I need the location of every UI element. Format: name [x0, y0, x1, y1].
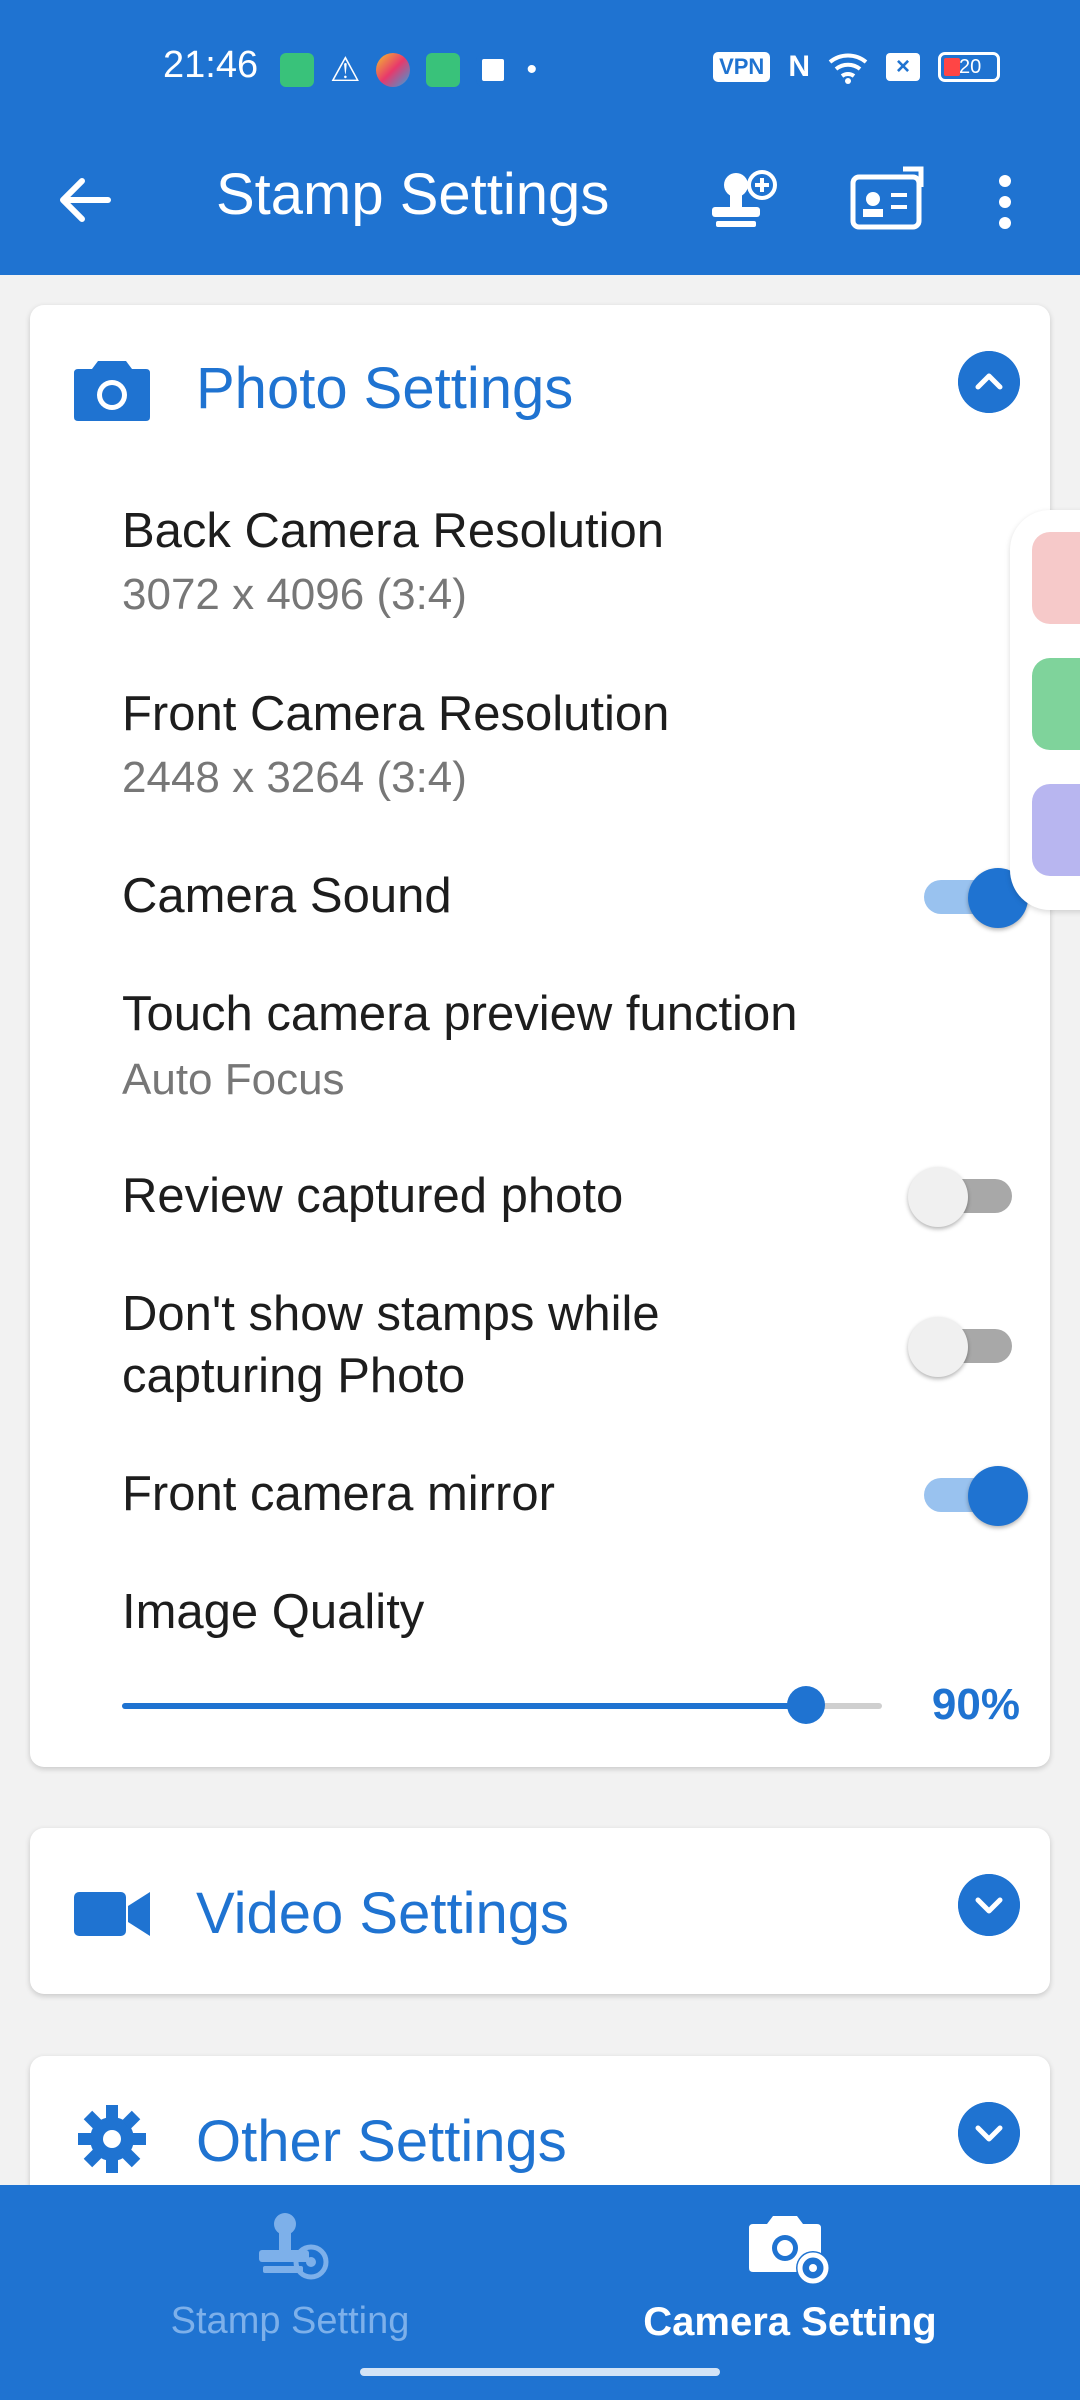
photo-settings-card: Photo Settings Back Camera Resolution 30…: [30, 305, 1050, 1767]
chevron-up-icon[interactable]: [958, 351, 1020, 413]
app-bar: Stamp Settings: [0, 135, 1080, 275]
image-quality-slider-thumb[interactable]: [787, 1686, 825, 1724]
chevron-down-icon[interactable]: [958, 1874, 1020, 1936]
system-icons: VPN N × 20: [713, 50, 1000, 84]
camera-sound-toggle[interactable]: [918, 868, 1028, 928]
back-camera-resolution-label: Back Camera Resolution: [122, 504, 664, 558]
vpn-badge: VPN: [713, 52, 771, 82]
touch-preview-label: Touch camera preview function: [122, 987, 798, 1041]
image-quality-slider-fill: [122, 1703, 806, 1709]
other-settings-title: Other Settings: [196, 2109, 567, 2174]
battery-level: 20: [959, 56, 982, 78]
nav-camera-setting-label: Camera Setting: [643, 2300, 937, 2344]
gear-icon: [78, 2105, 146, 2173]
status-bar: 21:46 ⚠ • VPN N × 20: [0, 0, 1080, 135]
video-camera-icon: [74, 1892, 150, 1936]
nav-stamp-setting-label: Stamp Setting: [170, 2300, 410, 2342]
photo-settings-title: Photo Settings: [196, 356, 574, 421]
more-options-icon[interactable]: [980, 157, 1030, 247]
nav-camera-setting[interactable]: Camera Setting: [520, 2210, 1060, 2360]
no-sim-icon: ×: [886, 53, 920, 81]
stamp-gear-icon: [259, 2213, 329, 2280]
back-camera-resolution-value: 3072 x 4096 (3:4): [122, 570, 467, 619]
review-photo-toggle[interactable]: [908, 1167, 1018, 1227]
hide-stamps-toggle[interactable]: [908, 1317, 1018, 1377]
video-settings-card[interactable]: Video Settings: [30, 1828, 1050, 1994]
status-time: 21:46: [163, 44, 259, 86]
warning-icon: ⚠: [330, 51, 361, 89]
shield-icon: [426, 53, 461, 87]
chat-bubble-avatar[interactable]: [1032, 532, 1080, 624]
wifi-icon: [828, 53, 868, 84]
camera-sound-label: Camera Sound: [122, 869, 452, 923]
notification-icons: ⚠ •: [280, 50, 537, 90]
battery-saver-icon: [280, 53, 314, 87]
camera-icon: [74, 361, 150, 421]
image-quality-slider[interactable]: [122, 1686, 882, 1724]
browser-icon: [476, 53, 511, 87]
chat-bubble-green[interactable]: [1032, 658, 1080, 750]
review-photo-label: Review captured photo: [122, 1169, 624, 1223]
chevron-down-icon[interactable]: [958, 2102, 1020, 2164]
front-camera-resolution-label: Front Camera Resolution: [122, 687, 670, 741]
chat-bubble-purple[interactable]: [1032, 784, 1080, 876]
front-mirror-toggle[interactable]: [918, 1466, 1028, 1526]
page-title: Stamp Settings: [216, 162, 610, 227]
touch-preview-value: Auto Focus: [122, 1055, 345, 1104]
front-camera-resolution-value: 2448 x 3264 (3:4): [122, 753, 467, 802]
home-indicator[interactable]: [360, 2368, 720, 2376]
dot-icon: •: [526, 53, 537, 86]
nfc-icon: N: [788, 50, 810, 83]
stamp-template-icon[interactable]: [843, 157, 933, 247]
floating-app-bubbles[interactable]: [1010, 510, 1080, 910]
video-settings-title: Video Settings: [196, 1881, 569, 1946]
app-colorful-icon: [376, 53, 411, 87]
image-quality-value: 90%: [931, 1680, 1020, 1729]
add-stamp-icon[interactable]: [700, 157, 790, 247]
camera-gear-icon: [749, 2216, 830, 2285]
nav-stamp-setting[interactable]: Stamp Setting: [20, 2210, 560, 2360]
hide-stamps-label: Don't show stamps while capturing Photo: [122, 1287, 660, 1403]
battery-icon: 20: [938, 52, 1000, 82]
back-arrow-icon[interactable]: [50, 165, 120, 235]
image-quality-label: Image Quality: [122, 1585, 425, 1639]
photo-settings-header[interactable]: Photo Settings: [30, 305, 1050, 475]
front-mirror-label: Front camera mirror: [122, 1467, 555, 1521]
